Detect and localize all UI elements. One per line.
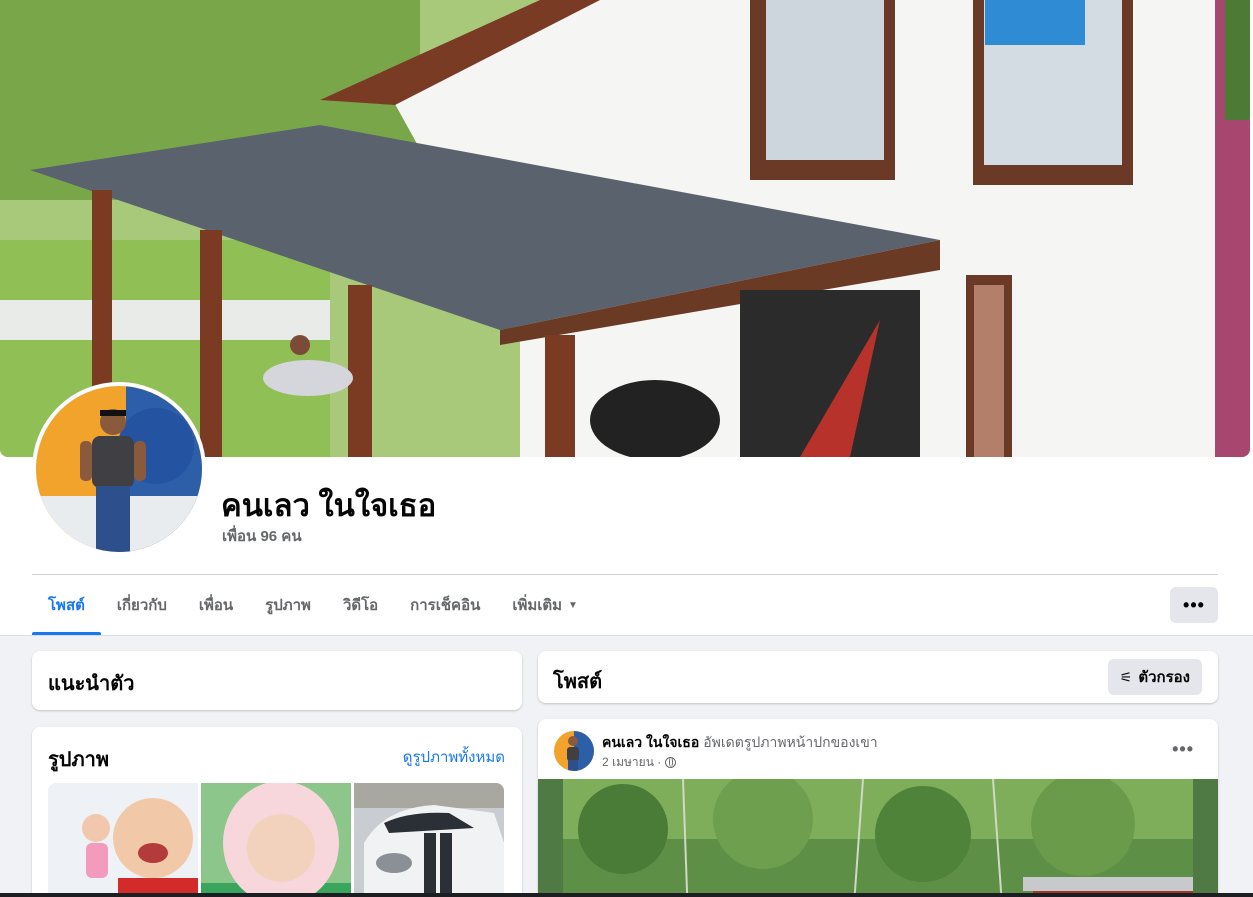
profile-avatar[interactable] (32, 382, 206, 556)
tab-photos[interactable]: รูปภาพ (249, 575, 327, 635)
tab-posts[interactable]: โพสต์ (32, 575, 101, 635)
tab-videos[interactable]: วิดีโอ (327, 575, 394, 635)
tab-label: โพสต์ (48, 597, 85, 614)
post-meta: 2 เมษายน · (602, 753, 677, 772)
see-all-photos-link[interactable]: ดูรูปภาพทั้งหมด (403, 745, 505, 769)
intro-title: แนะนำตัว (48, 673, 135, 695)
post-card: คนเลว ในใจเธอ อัพเดตรูปภาพหน้าปกของเขา 2 … (538, 719, 1218, 897)
post-header: คนเลว ในใจเธอ อัพเดตรูปภาพหน้าปกของเขา (602, 732, 878, 754)
friends-count[interactable]: เพื่อน 96 คน (222, 524, 302, 548)
tab-label: รูปภาพ (265, 597, 311, 614)
post-image[interactable] (538, 779, 1218, 897)
intro-card: แนะนำตัว (32, 651, 522, 710)
globe-icon (665, 757, 677, 768)
more-dots-icon: ••• (1183, 594, 1205, 615)
posts-title: โพสต์ (553, 671, 603, 693)
profile-tabs: โพสต์ เกี่ยวกับ เพื่อน รูปภาพ วิดีโอ การ… (32, 575, 594, 635)
profile-name: คนเลว ในใจเธอ (221, 488, 437, 523)
bottom-edge (0, 893, 1253, 897)
tab-label: เพื่อน (198, 597, 234, 614)
post-options-button[interactable]: ••• (1172, 739, 1194, 760)
filter-label: ตัวกรอง (1138, 669, 1190, 686)
filter-button[interactable]: ⚟ ตัวกรอง (1107, 659, 1202, 695)
tab-checkins[interactable]: การเช็คอิน (394, 575, 496, 635)
tab-label: วิดีโอ (342, 597, 379, 614)
photo-thumbnail[interactable] (354, 783, 504, 897)
more-options-button[interactable]: ••• (1170, 587, 1218, 623)
tab-more[interactable]: เพิ่มเติม ▼ (496, 575, 594, 635)
photos-card: รูปภาพ ดูรูปภาพทั้งหมด (32, 727, 522, 897)
photos-title[interactable]: รูปภาพ (48, 743, 109, 775)
posts-header-card: โพสต์ ⚟ ตัวกรอง (538, 651, 1218, 703)
post-action-text: อัพเดตรูปภาพหน้าปกของเขา (703, 734, 878, 750)
post-author-name[interactable]: คนเลว ในใจเธอ (602, 734, 699, 750)
tab-label: การเช็คอิน (410, 597, 481, 614)
post-author-avatar[interactable] (554, 731, 594, 771)
caret-down-icon: ▼ (568, 599, 578, 611)
more-dots-icon: ••• (1172, 739, 1194, 759)
filter-icon: ⚟ (1119, 668, 1133, 685)
post-date[interactable]: 2 เมษายน · (602, 753, 661, 772)
cover-photo[interactable] (0, 0, 1250, 457)
photo-grid (48, 783, 504, 897)
photo-thumbnail[interactable] (201, 783, 351, 897)
tab-label: เพิ่มเติม (512, 597, 563, 614)
tab-about[interactable]: เกี่ยวกับ (101, 575, 183, 635)
photo-thumbnail[interactable] (48, 783, 198, 897)
tab-friends[interactable]: เพื่อน (183, 575, 249, 635)
profile-header: คนเลว ในใจเธอ เพื่อน 96 คน โพสต์ เกี่ยวก… (0, 0, 1253, 636)
tab-label: เกี่ยวกับ (116, 597, 167, 614)
